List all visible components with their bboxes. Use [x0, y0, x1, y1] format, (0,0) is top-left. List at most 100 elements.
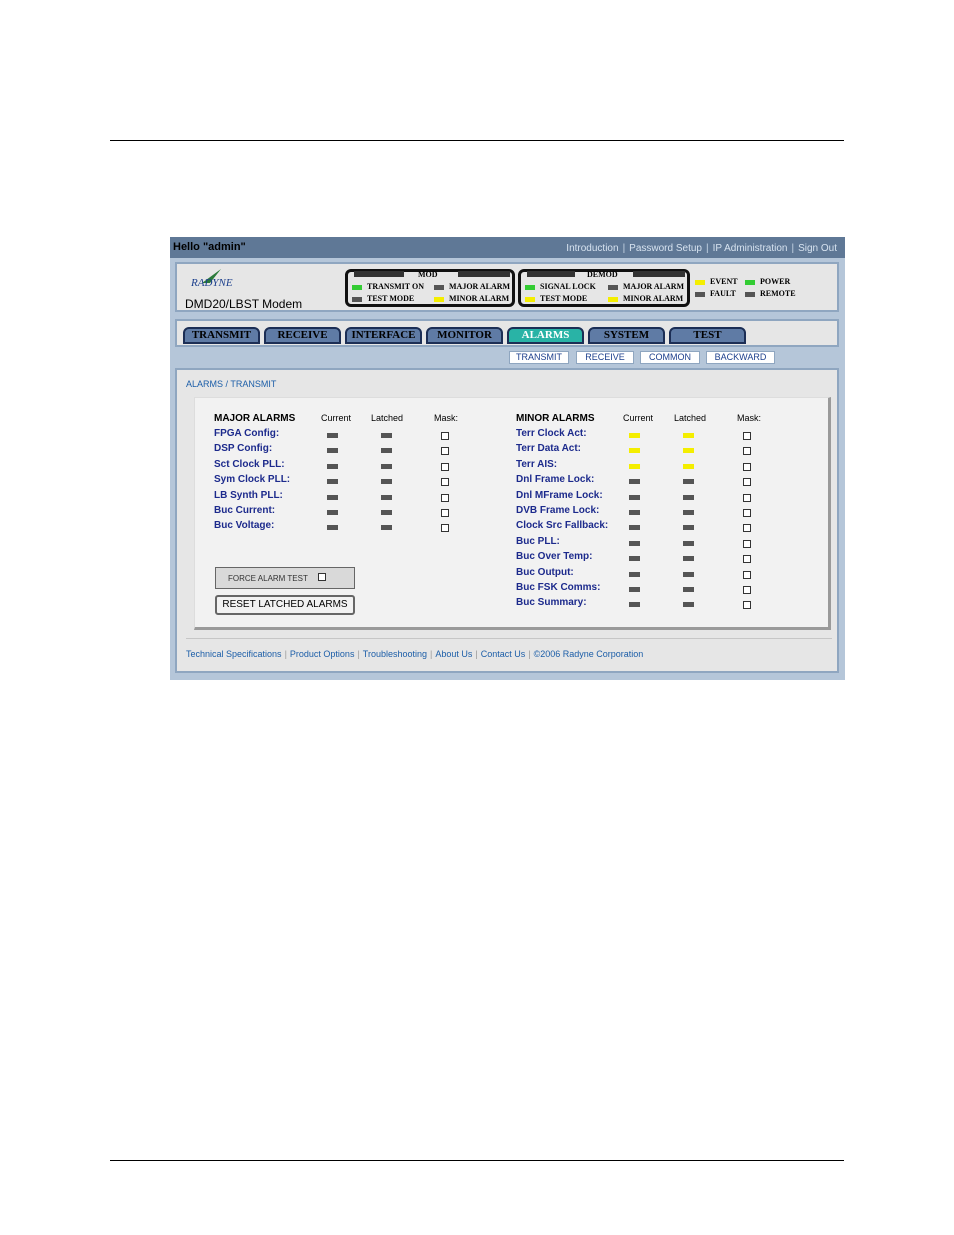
major-mask-checkbox[interactable] [441, 432, 449, 440]
mod-led-group: MOD TRANSMIT ON TEST MODE MAJOR ALARM MI… [345, 269, 515, 307]
led-fault: FAULT [695, 289, 736, 298]
led-mod-major-alarm: MAJOR ALARM [434, 282, 510, 291]
major-current-indicator [327, 494, 338, 500]
minor-current-indicator [629, 510, 640, 515]
footer-troubleshooting-link[interactable]: Troubleshooting [363, 649, 427, 659]
force-alarm-test-label: FORCE ALARM TEST [228, 574, 308, 583]
minor-latched-indicator [683, 463, 694, 469]
footer-contact-us-link[interactable]: Contact Us [481, 649, 526, 659]
led-indicator-icon [745, 291, 755, 297]
minor-alarm-label: DVB Frame Lock: [516, 505, 600, 516]
major-current-indicator [327, 463, 338, 469]
led-indicator-icon [352, 284, 362, 290]
force-alarm-test-button[interactable]: FORCE ALARM TEST [215, 567, 355, 589]
tab-alarms[interactable]: ALARMS [507, 327, 584, 344]
tab-interface[interactable]: INTERFACE [345, 327, 422, 344]
tab-receive[interactable]: RECEIVE [264, 327, 341, 344]
minor-mask-checkbox[interactable] [743, 555, 751, 564]
led-indicator-icon [745, 279, 755, 285]
password-setup-link[interactable]: Password Setup [629, 243, 702, 254]
led-indicator-icon [525, 296, 535, 302]
footer-copyright: ©2006 Radyne Corporation [533, 649, 644, 659]
subtab-common[interactable]: COMMON [640, 351, 700, 364]
minor-alarm-label: Dnl MFrame Lock: [516, 489, 603, 501]
major-alarm-label: Buc Voltage: [214, 520, 275, 532]
minor-mask-checkbox[interactable] [743, 478, 751, 487]
minor-latched-indicator [683, 525, 694, 531]
tab-test[interactable]: TEST [669, 327, 746, 344]
led-indicator-icon [695, 291, 705, 297]
minor-latched-indicator [683, 494, 694, 500]
major-mask-checkbox[interactable] [441, 524, 449, 533]
minor-mask-checkbox[interactable] [743, 570, 751, 579]
minor-current-indicator [629, 571, 640, 577]
minor-mask-checkbox[interactable] [743, 447, 751, 456]
major-alarm-label: DSP Config: [214, 443, 273, 455]
minor-current-indicator [629, 448, 640, 454]
led-indicator-icon [525, 284, 535, 290]
greeting: Hello "admin" [173, 241, 246, 253]
minor-mask-header: Mask: [737, 413, 762, 423]
footer-links: Technical Specifications | Product Options… [186, 649, 644, 659]
force-alarm-test-checkbox[interactable] [318, 573, 326, 581]
minor-current-indicator [629, 479, 640, 485]
breadcrumb: ALARMS / TRANSMIT [186, 379, 277, 389]
minor-latched-indicator [683, 540, 694, 546]
led-event: EVENT [695, 277, 738, 286]
subtab-transmit[interactable]: TRANSMIT [509, 351, 569, 364]
minor-mask-checkbox[interactable] [743, 586, 751, 594]
minor-alarm-label: Buc PLL: [516, 535, 560, 547]
led-signal-lock: SIGNAL LOCK [525, 282, 596, 291]
major-mask-checkbox[interactable] [441, 493, 449, 502]
subtab-receive[interactable]: RECEIVE [576, 351, 634, 364]
minor-mask-checkbox[interactable] [743, 509, 751, 517]
major-mask-checkbox[interactable] [441, 478, 449, 487]
minor-mask-checkbox[interactable] [743, 539, 751, 548]
brand-logo-text: RADYNE [191, 277, 233, 289]
major-alarm-label: Sym Clock PLL: [214, 474, 291, 486]
led-indicator-icon [434, 284, 444, 290]
minor-current-header: Current [623, 413, 654, 423]
introduction-link[interactable]: Introduction [566, 243, 618, 254]
minor-latched-header: Latched [674, 413, 707, 423]
minor-alarm-label: Buc Summary: [516, 597, 587, 609]
led-indicator-icon [608, 296, 618, 302]
reset-latched-alarms-button[interactable]: RESET LATCHED ALARMS [215, 595, 355, 615]
minor-latched-indicator [683, 587, 694, 592]
minor-mask-checkbox[interactable] [743, 524, 751, 533]
footer-divider [186, 638, 832, 639]
top-bar: Hello "admin" Introduction | Password Setu… [170, 237, 845, 258]
minor-mask-checkbox[interactable] [743, 601, 751, 610]
major-mask-checkbox[interactable] [441, 509, 449, 517]
major-alarm-label: FPGA Config: [214, 428, 280, 439]
minor-mask-checkbox[interactable] [743, 493, 751, 502]
led-power: POWER [745, 277, 790, 286]
tab-monitor[interactable]: MONITOR [426, 327, 503, 344]
major-mask-checkbox[interactable] [441, 447, 449, 456]
minor-mask-checkbox[interactable] [743, 462, 751, 471]
footer-about-us-link[interactable]: About Us [435, 649, 472, 659]
minor-alarm-label: Clock Src Fallback: [516, 520, 609, 532]
footer-product-options-link[interactable]: Product Options [290, 649, 355, 659]
demod-title: DEMOD [587, 270, 618, 279]
major-alarm-label: Sct Clock PLL: [214, 458, 285, 470]
minor-latched-indicator [683, 510, 694, 515]
major-mask-checkbox[interactable] [441, 462, 449, 471]
major-current-indicator [327, 510, 338, 515]
major-alarms-title: MAJOR ALARMS [214, 413, 296, 424]
minor-alarm-label: Terr Clock Act: [516, 428, 587, 439]
tab-system[interactable]: SYSTEM [588, 327, 665, 344]
minor-latched-indicator [683, 448, 694, 454]
alarms-panel: MAJOR ALARMS Current Latched Mask: FPGA … [194, 397, 831, 630]
minor-current-indicator [629, 494, 640, 500]
minor-current-indicator [629, 602, 640, 608]
footer-technical-specifications-link[interactable]: Technical Specifications [186, 649, 282, 659]
minor-alarms-title: MINOR ALARMS [516, 413, 595, 424]
led-indicator-icon [352, 296, 362, 302]
minor-mask-checkbox[interactable] [743, 432, 751, 440]
tab-transmit[interactable]: TRANSMIT [183, 327, 260, 344]
sign-out-link[interactable]: Sign Out [798, 243, 837, 254]
subtab-backward[interactable]: BACKWARD [706, 351, 775, 364]
ip-administration-link[interactable]: IP Administration [713, 243, 788, 254]
led-demod-major-alarm: MAJOR ALARM [608, 282, 684, 291]
